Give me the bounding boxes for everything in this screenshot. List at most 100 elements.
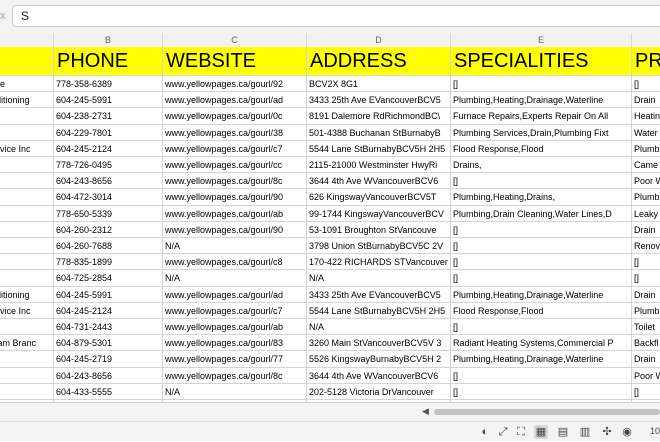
cell-specialities[interactable]: []: [451, 238, 632, 255]
cell-phone[interactable]: 604-731-2443: [54, 319, 163, 336]
cell-pr[interactable]: Plumb: [632, 303, 660, 319]
cell-website[interactable]: www.yellowpages.ca/gourl/c7: [163, 302, 307, 319]
cell-pr[interactable]: Leaky: [632, 206, 660, 222]
cell-specialities[interactable]: []: [451, 254, 632, 271]
cell-pr[interactable]: Plumb: [632, 189, 660, 206]
cell-pr[interactable]: Backfl: [632, 335, 660, 352]
cell-address[interactable]: N/A: [307, 270, 451, 287]
cell-address[interactable]: 53-1091 Broughton StVancouve: [307, 221, 451, 238]
cell-name[interactable]: [0, 205, 54, 222]
page-layout-icon[interactable]: ▤: [556, 425, 570, 439]
expand-icon[interactable]: ⤢: [496, 425, 510, 439]
cell-phone[interactable]: 604-245-2124: [54, 140, 163, 157]
cell-website[interactable]: N/A: [163, 270, 307, 287]
cell-website[interactable]: www.yellowpages.ca/gourl/ab: [163, 319, 307, 336]
cell-address[interactable]: N/A: [307, 319, 451, 336]
cell-pr[interactable]: Toilet: [632, 319, 660, 336]
cell-address[interactable]: 3644 4th Ave WVancouverBCV6: [307, 173, 451, 190]
cell-specialities[interactable]: Plumbing,Heating,Drainage,Waterline: [451, 351, 632, 368]
cell-phone[interactable]: 604-245-2124: [54, 302, 163, 319]
cell-phone[interactable]: 604-245-2719: [54, 351, 163, 368]
cell-address[interactable]: 5526 KingswayBurnabyBCV5H 2: [307, 351, 451, 368]
page-break-icon[interactable]: ▥: [578, 425, 592, 439]
cell-phone[interactable]: 604-245-5991: [54, 286, 163, 303]
cell-specialities[interactable]: []: [451, 383, 632, 400]
cell-address[interactable]: 501-4388 Buchanan StBurnabyB: [307, 124, 451, 141]
cell-website[interactable]: N/A: [163, 383, 307, 400]
cell-website[interactable]: www.yellowpages.ca/gourl/83: [163, 335, 307, 352]
cell-address[interactable]: 3260 Main StVancouverBCV5V 3: [307, 335, 451, 352]
cell-address[interactable]: 8191 Dalemore RdRichmondBC\: [307, 108, 451, 125]
cell-name[interactable]: onditioning: [0, 286, 54, 303]
cell-address[interactable]: 5544 Lane StBurnabyBCV5H 2H5: [307, 140, 451, 157]
zoom-options-icon[interactable]: ◉: [620, 425, 634, 439]
fullscreen-icon[interactable]: ⛶: [514, 425, 528, 439]
cell-name[interactable]: [0, 351, 54, 368]
column-letter-5[interactable]: E: [451, 33, 632, 47]
column-letter-4[interactable]: D: [307, 33, 451, 47]
cell-specialities[interactable]: Plumbing,Heating,Drains,: [451, 189, 632, 206]
header-cell-specialities[interactable]: SPECIALITIES: [451, 47, 632, 76]
cell-pr[interactable]: Water: [632, 125, 660, 141]
cell-specialities[interactable]: Radiant Heating Systems,Commercial P: [451, 335, 632, 352]
cell-website[interactable]: www.yellowpages.ca/gourl/ab: [163, 205, 307, 222]
cell-website[interactable]: www.yellowpages.ca/gourl/90: [163, 221, 307, 238]
cell-pr[interactable]: Plumb: [632, 141, 660, 157]
cell-phone[interactable]: 604-472-3014: [54, 189, 163, 206]
eye-protection-icon[interactable]: ◐: [478, 425, 492, 439]
cell-pr[interactable]: []: [632, 76, 660, 93]
cell-name[interactable]: Service Inc: [0, 302, 54, 319]
column-letter-1[interactable]: [0, 33, 54, 47]
cell-phone[interactable]: 604-243-8656: [54, 173, 163, 190]
cell-phone[interactable]: 604-229-7801: [54, 124, 163, 141]
cell-website[interactable]: www.yellowpages.ca/gourl/38: [163, 124, 307, 141]
cell-address[interactable]: 3798 Union StBurnabyBCV5C 2V: [307, 238, 451, 255]
cell-address[interactable]: 5544 Lane StBurnabyBCV5H 2H5: [307, 302, 451, 319]
cell-website[interactable]: www.yellowpages.ca/gourl/c7: [163, 140, 307, 157]
scroll-left-icon[interactable]: ◀: [422, 406, 429, 417]
cell-pr[interactable]: Poor W: [632, 173, 660, 190]
cell-specialities[interactable]: []: [451, 367, 632, 384]
cell-name[interactable]: [0, 157, 54, 174]
cell-phone[interactable]: 604-243-8656: [54, 367, 163, 384]
cell-name[interactable]: [0, 238, 54, 255]
cell-pr[interactable]: Drain: [632, 287, 660, 303]
cell-phone[interactable]: 604-433-5555: [54, 383, 163, 400]
cell-website[interactable]: www.yellowpages.ca/gourl/77: [163, 351, 307, 368]
cell-pr[interactable]: Drain: [632, 92, 660, 109]
cell-pr[interactable]: Drain: [632, 222, 660, 238]
horizontal-scrollbar[interactable]: ◀: [420, 406, 660, 417]
cell-phone[interactable]: 778-726-0495: [54, 157, 163, 174]
cell-name[interactable]: [0, 108, 54, 125]
cell-phone[interactable]: 778-358-6389: [54, 76, 163, 93]
cell-website[interactable]: www.yellowpages.ca/gourl/92: [163, 76, 307, 93]
zoom-level[interactable]: 10: [650, 426, 660, 436]
cell-address[interactable]: 3644 4th Ave WVancouverBCV6: [307, 367, 451, 384]
cell-address[interactable]: 3433 25th Ave EVancouverBCV5: [307, 92, 451, 109]
cell-address[interactable]: BCV2X 8G1: [307, 76, 451, 93]
cell-website[interactable]: www.yellowpages.ca/gourl/ad: [163, 286, 307, 303]
cell-pr[interactable]: Poor W: [632, 368, 660, 384]
cell-name[interactable]: [0, 254, 54, 271]
cell-specialities[interactable]: []: [451, 319, 632, 336]
cell-pr[interactable]: Renov: [632, 238, 660, 255]
cell-website[interactable]: www.yellowpages.ca/gourl/0c: [163, 108, 307, 125]
cell-specialities[interactable]: []: [451, 173, 632, 190]
cell-phone[interactable]: 604-260-2312: [54, 221, 163, 238]
cell-name[interactable]: Service Inc: [0, 140, 54, 157]
cell-website[interactable]: www.yellowpages.ca/gourl/c8: [163, 254, 307, 271]
cell-name[interactable]: [0, 367, 54, 384]
cell-address[interactable]: 626 KingswayVancouverBCV5T: [307, 189, 451, 206]
column-letter-3[interactable]: C: [163, 33, 307, 47]
cell-phone[interactable]: 604-725-2854: [54, 270, 163, 287]
cell-name[interactable]: [0, 270, 54, 287]
header-cell-phone[interactable]: PHONE: [54, 47, 163, 76]
cell-specialities[interactable]: Plumbing,Drain Cleaning,Water Lines,D: [451, 205, 632, 222]
cell-specialities[interactable]: Furnace Repairs,Experts Repair On All: [451, 108, 632, 125]
column-letter-6[interactable]: [632, 33, 660, 47]
normal-view-icon[interactable]: ▦: [534, 425, 548, 439]
cell-website[interactable]: www.yellowpages.ca/gourl/cc: [163, 157, 307, 174]
cell-name[interactable]: r: [0, 383, 54, 400]
cell-phone[interactable]: 778-835-1899: [54, 254, 163, 271]
cell-website[interactable]: N/A: [163, 238, 307, 255]
